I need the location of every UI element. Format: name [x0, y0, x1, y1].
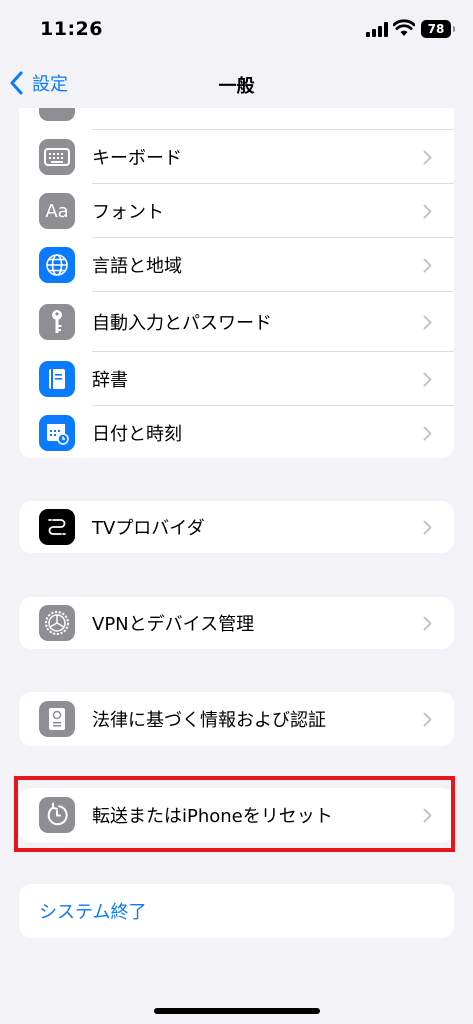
chevron-right-icon [423, 204, 432, 218]
settings-group-tv: TVプロバイダ [19, 501, 454, 553]
home-indicator[interactable] [154, 1008, 320, 1014]
chevron-right-icon [423, 258, 432, 272]
list-item-label: フォント [92, 202, 164, 223]
gear-icon [39, 605, 75, 641]
chevron-right-icon [423, 426, 432, 440]
settings-group-reset: 転送またはiPhoneをリセット [19, 788, 454, 842]
list-item-dictionary[interactable]: 辞書 [19, 352, 454, 406]
navigation-bar: 設定 一般 [0, 58, 473, 108]
list-item-label: 法律に基づく情報および認証 [92, 710, 326, 731]
battery-icon: 78 [421, 20, 455, 38]
list-item-keyboard[interactable]: キーボード [19, 130, 454, 184]
certificate-icon [39, 701, 75, 737]
list-item-tv-provider[interactable]: TVプロバイダ [19, 501, 454, 553]
list-item-vpn-device-management[interactable]: VPNとデバイス管理 [19, 597, 454, 649]
globe-icon [39, 247, 75, 283]
list-item-transfer-reset[interactable]: 転送またはiPhoneをリセット [19, 788, 454, 842]
chevron-right-icon [423, 808, 432, 822]
list-item-label: VPNとデバイス管理 [92, 614, 255, 635]
list-item-language-region[interactable]: 言語と地域 [19, 238, 454, 292]
list-item-fonts[interactable]: Aa フォント [19, 184, 454, 238]
calendar-clock-icon [39, 415, 75, 451]
font-icon: Aa [39, 193, 75, 229]
dictionary-icon [39, 361, 75, 397]
chevron-right-icon [423, 616, 432, 630]
chevron-right-icon [423, 520, 432, 534]
chevron-right-icon [423, 372, 432, 386]
chevron-right-icon [423, 712, 432, 726]
list-item-legal-regulatory[interactable]: 法律に基づく情報および認証 [19, 692, 454, 746]
reset-icon [39, 797, 75, 833]
shutdown-label: システム終了 [39, 902, 147, 923]
settings-group-input: キーボード Aa フォント 言語と地域 自動入力とパスワード 辞書 日付と時刻 [19, 76, 454, 458]
list-item-label: 言語と地域 [92, 256, 182, 277]
key-icon [39, 304, 75, 340]
list-item-label: 転送またはiPhoneをリセット [92, 806, 333, 827]
status-bar: 11:26 78 [0, 0, 473, 58]
status-time: 11:26 [40, 18, 103, 40]
list-item-date-time[interactable]: 日付と時刻 [19, 406, 454, 458]
chevron-right-icon [423, 150, 432, 164]
settings-group-legal: 法律に基づく情報および認証 [19, 692, 454, 746]
list-item-label: TVプロバイダ [92, 518, 205, 539]
wifi-icon [393, 19, 415, 36]
chevron-right-icon [423, 315, 432, 329]
settings-group-vpn: VPNとデバイス管理 [19, 597, 454, 649]
list-item-autofill-passwords[interactable]: 自動入力とパスワード [19, 292, 454, 352]
shutdown-button[interactable]: システム終了 [19, 884, 454, 938]
list-item-label: 日付と時刻 [92, 424, 182, 445]
list-item-label: 自動入力とパスワード [92, 313, 272, 334]
list-item-label: 辞書 [92, 370, 128, 391]
list-item-label: キーボード [92, 148, 182, 169]
page-title: 一般 [218, 76, 255, 97]
tv-provider-icon [39, 509, 75, 545]
settings-group-shutdown: システム終了 [19, 884, 454, 938]
keyboard-icon [39, 139, 75, 175]
cellular-signal-icon [366, 22, 388, 37]
